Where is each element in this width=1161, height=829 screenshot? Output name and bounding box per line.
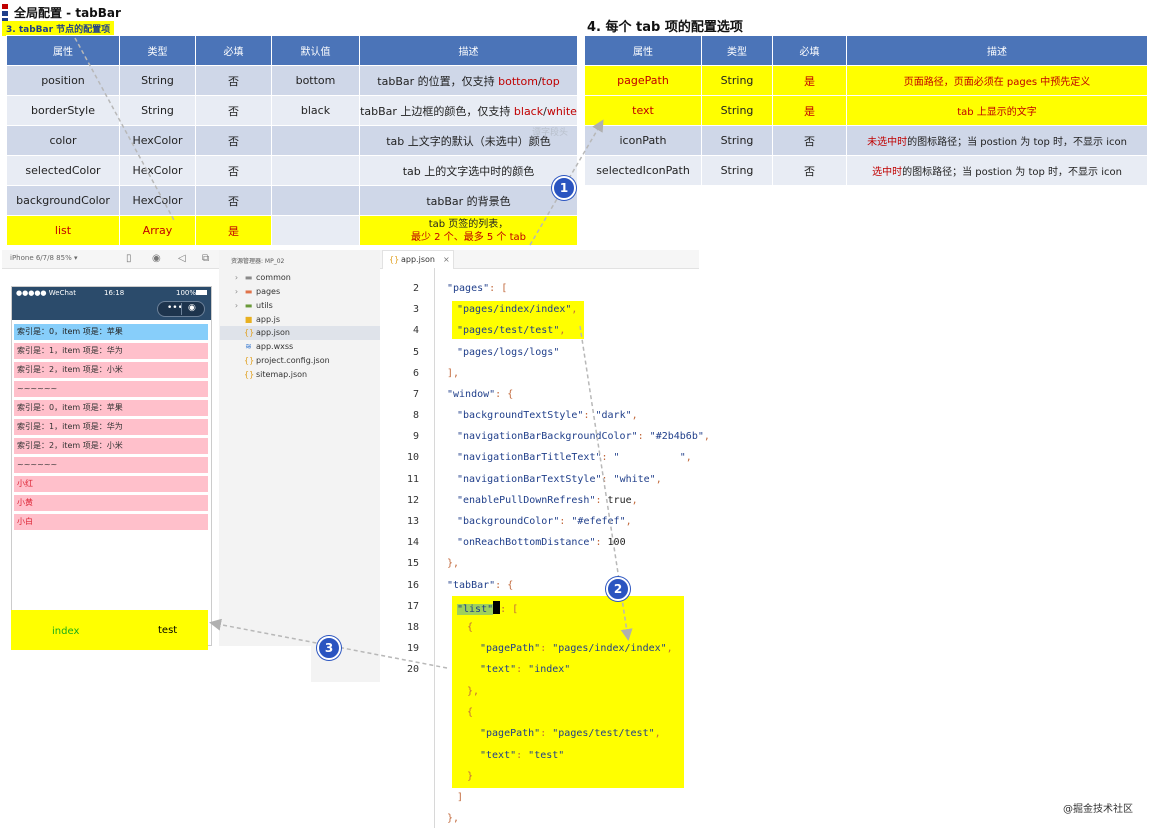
badge-3: 3	[317, 636, 341, 660]
badge-1: 1	[552, 176, 576, 200]
watermark: @掘金技术社区	[1063, 804, 1133, 815]
badge-2: 2	[606, 577, 630, 601]
annotation-arrows	[74, 37, 633, 669]
arrow-list-to-table	[74, 37, 176, 223]
